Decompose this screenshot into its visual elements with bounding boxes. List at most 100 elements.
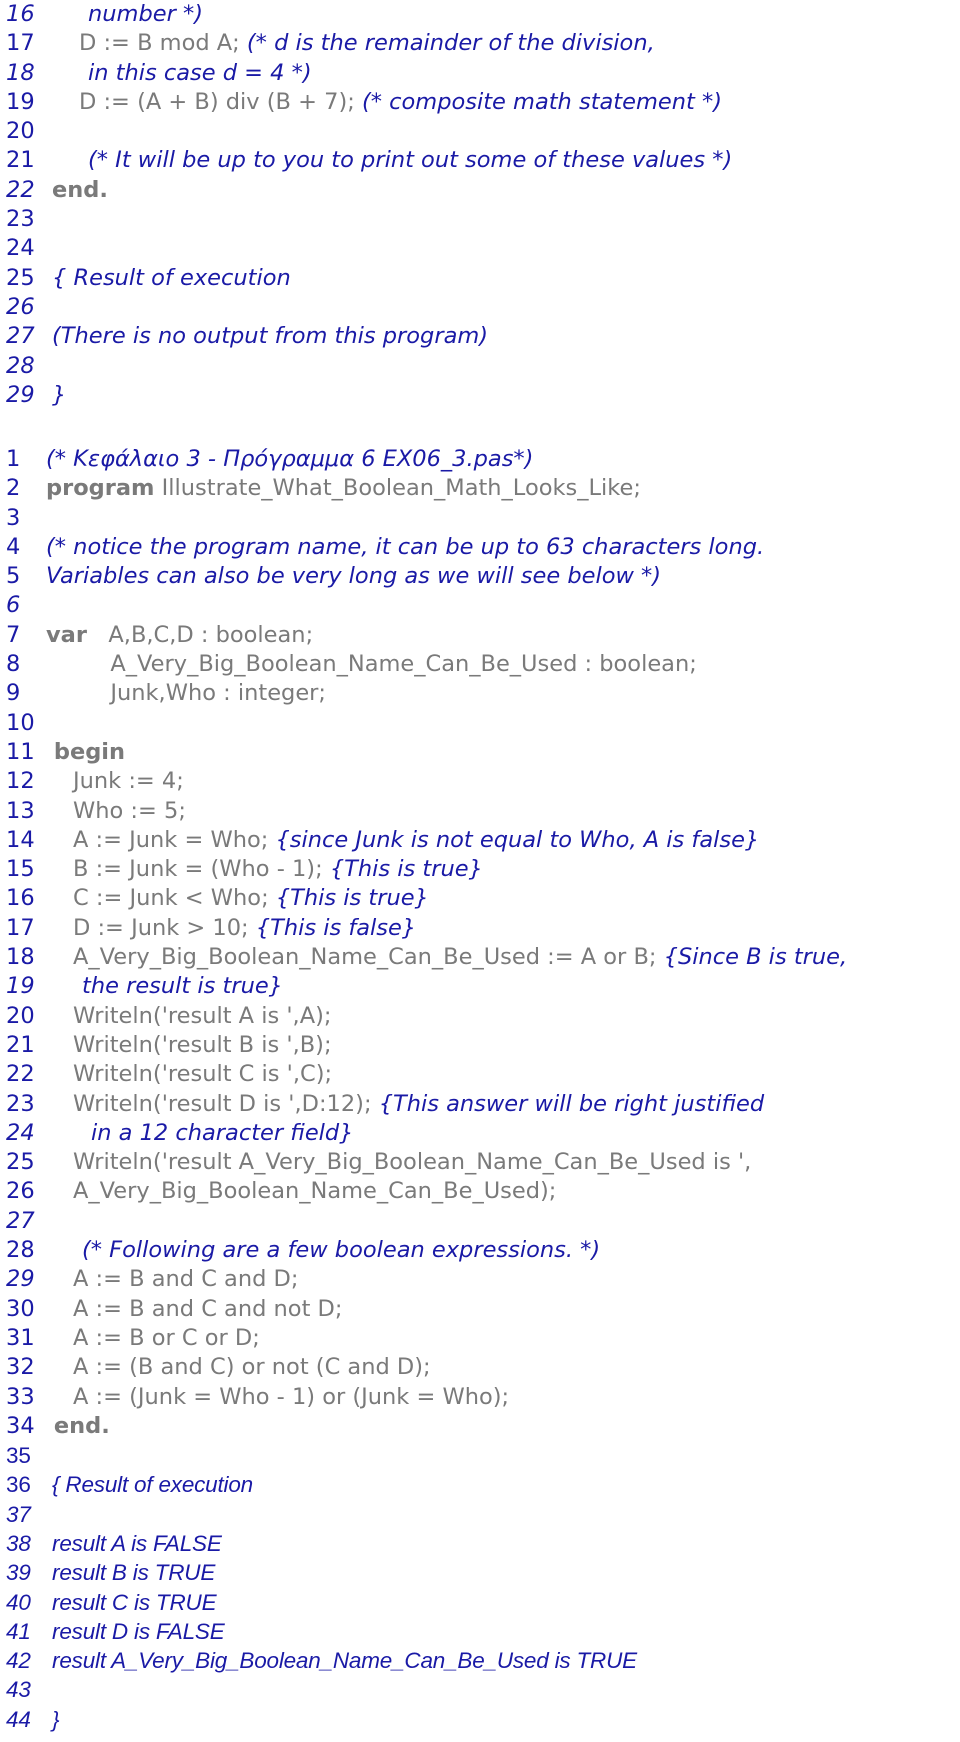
code-text: D := B mod A;: [79, 30, 247, 57]
line-content: A := (B and C) or not (C and D);: [46, 1353, 431, 1382]
comment: result C is TRUE: [46, 1589, 217, 1615]
code-line: 23: [0, 205, 960, 234]
code-text: Illustrate_What_Boolean_Math_Looks_Like;: [154, 475, 641, 502]
code-line: 28 (* Following are a few boolean express…: [0, 1236, 960, 1265]
code-text: A := B or C or D;: [73, 1324, 260, 1351]
code-text: D := (A + B) div (B + 7);: [79, 88, 362, 115]
line-content: program Illustrate_What_Boolean_Math_Loo…: [46, 474, 641, 503]
line-content: in a 12 character field}: [46, 1119, 354, 1148]
code-text: Junk,Who : integer;: [46, 680, 326, 707]
code-line: 24 in a 12 character field}: [0, 1119, 960, 1148]
code-listing-ex06-3: 1 (* Κεφάλαιο 3 - Πρόγραμμα 6 EX06_3.pas*…: [0, 445, 960, 1734]
line-content: Writeln('result A is ',A);: [46, 1002, 331, 1031]
code-line: 15 B := Junk = (Who - 1); {This is true}: [0, 855, 960, 884]
line-number: 23: [6, 206, 35, 233]
code-line: 36 { Result of execution: [0, 1470, 960, 1499]
line-number: 3: [6, 504, 21, 531]
line-number: 24: [6, 1119, 35, 1146]
line-content: var A,B,C,D : boolean;: [46, 621, 313, 650]
code-line: 43: [0, 1675, 960, 1704]
code-line: 32 A := (B and C) or not (C and D);: [0, 1353, 960, 1382]
line-content: Variables can also be very long as we wi…: [46, 562, 661, 591]
comment: result B is TRUE: [46, 1560, 216, 1586]
line-number: 34: [6, 1412, 35, 1439]
line-content: (There is no output from this program): [52, 322, 488, 351]
code-line: 27: [0, 1207, 960, 1236]
line-number: 28: [6, 1237, 35, 1264]
comment: { Result of execution: [46, 1472, 253, 1498]
keyword: var: [46, 621, 87, 648]
line-content: }: [46, 1705, 60, 1734]
code-line: 5 Variables can also be very long as we w…: [0, 562, 960, 591]
line-number: 30: [6, 1295, 35, 1322]
comment: {This is true}: [329, 856, 483, 883]
code-text: A := (Junk = Who - 1) or (Junk = Who);: [73, 1383, 510, 1410]
code-line: 23 Writeln('result D is ',D:12); {This an…: [0, 1090, 960, 1119]
code-line: 25 { Result of execution: [0, 264, 960, 293]
code-line: 24: [0, 234, 960, 263]
code-line: 31 A := B or C or D;: [0, 1324, 960, 1353]
code-line: 16 C := Junk < Who; {This is true}: [0, 884, 960, 913]
line-number: 5: [6, 563, 21, 590]
line-content: (* Following are a few boolean expressio…: [46, 1236, 600, 1265]
code-line: 25 Writeln('result A_Very_Big_Boolean_Nam…: [0, 1148, 960, 1177]
comment: { Result of execution: [52, 264, 291, 291]
line-content: end.: [52, 176, 108, 205]
line-number: 18: [6, 59, 35, 86]
code-text: B := Junk = (Who - 1);: [73, 856, 330, 883]
code-line: 20: [0, 117, 960, 146]
code-text: A := Junk = Who;: [73, 826, 276, 853]
line-number: 23: [6, 1090, 35, 1117]
line-number: 12: [6, 768, 35, 795]
line-number: 10: [6, 709, 35, 736]
line-number: 1: [6, 446, 21, 472]
code-text: A_Very_Big_Boolean_Name_Can_Be_Used : bo…: [46, 651, 697, 678]
line-number: 29: [6, 1266, 35, 1293]
line-number: 25: [6, 1149, 35, 1176]
code-line: 22 Writeln('result C is ',C);: [0, 1060, 960, 1089]
line-content: end.: [46, 1412, 110, 1441]
line-content: begin: [46, 738, 125, 767]
line-number: 2: [6, 475, 21, 502]
line-number: 18: [6, 944, 35, 971]
line-number: 28: [6, 352, 35, 379]
code-line: 3: [0, 504, 960, 533]
line-content: number *): [52, 0, 203, 29]
keyword: end.: [46, 1412, 110, 1439]
line-content: in this case d = 4 *): [52, 59, 312, 88]
line-content: (* Κεφάλαιο 3 - Πρόγραμμα 6 EX06_3.pas*): [46, 445, 533, 474]
line-content: }: [52, 381, 66, 410]
code-text: Writeln('result A is ',A);: [73, 1002, 332, 1029]
line-number: 19: [6, 88, 35, 115]
line-number: 38: [6, 1530, 31, 1556]
comment: {Since B is true,: [663, 944, 848, 971]
code-line: 4 (* notice the program name, it can be u…: [0, 533, 960, 562]
code-line: 26 A_Very_Big_Boolean_Name_Can_Be_Used);: [0, 1177, 960, 1206]
code-text: Who := 5;: [73, 797, 186, 824]
line-number: 19: [6, 973, 35, 1000]
line-number: 41: [6, 1618, 31, 1644]
code-text: A := (B and C) or not (C and D);: [73, 1354, 431, 1381]
comment: {This is false}: [255, 914, 417, 941]
line-number: 15: [6, 856, 35, 883]
line-number: 26: [6, 1178, 35, 1205]
code-line: 17 D := Junk > 10; {This is false}: [0, 914, 960, 943]
line-number: 21: [6, 1031, 35, 1058]
code-line: 19 D := (A + B) div (B + 7); (* composite…: [0, 88, 960, 117]
code-text: Writeln('result C is ',C);: [73, 1061, 333, 1088]
code-line: 39 result B is TRUE: [0, 1558, 960, 1587]
code-line: 18 A_Very_Big_Boolean_Name_Can_Be_Used :=…: [0, 943, 960, 972]
comment: (* composite math statement *): [361, 88, 722, 115]
line-number: 31: [6, 1324, 35, 1351]
code-line: 30 A := B and C and not D;: [0, 1295, 960, 1324]
line-content: Junk,Who : integer;: [46, 679, 326, 708]
line-content: the result is true}: [46, 972, 283, 1001]
code-line: 41 result D is FALSE: [0, 1617, 960, 1646]
comment: {since Junk is not equal to Who, A is fa…: [275, 826, 760, 853]
line-content: (* It will be up to you to print out som…: [52, 146, 732, 175]
line-content: A := B or C or D;: [46, 1324, 260, 1353]
code-line: 42 result A_Very_Big_Boolean_Name_Can_Be…: [0, 1646, 960, 1675]
comment: the result is true}: [82, 973, 283, 1000]
code-line: 29 A := B and C and D;: [0, 1265, 960, 1294]
code-line: 17 D := B mod A; (* d is the remainder of…: [0, 29, 960, 58]
